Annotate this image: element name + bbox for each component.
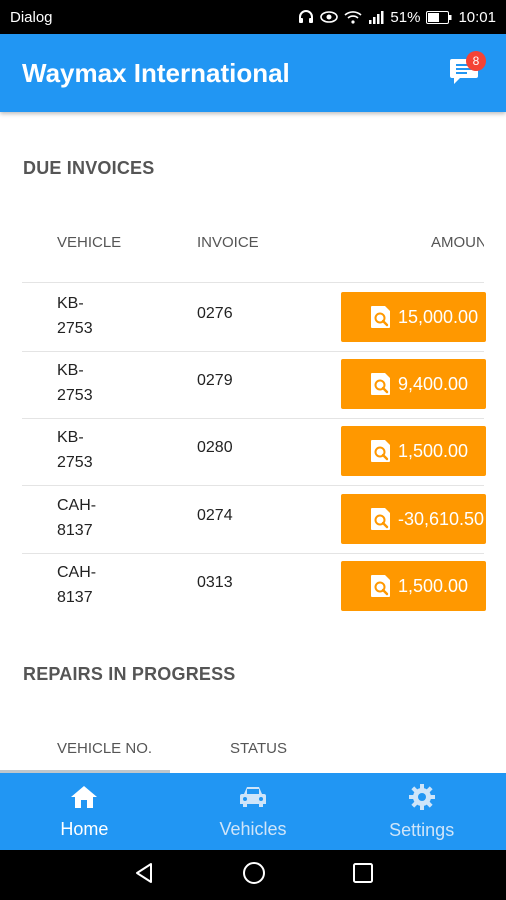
car-icon [238, 784, 268, 815]
column-header-amount: AMOUNT [431, 234, 484, 251]
column-header-vehicle: VEHICLE [57, 234, 122, 251]
message-count-badge: 8 [466, 51, 486, 71]
view-invoice-button[interactable]: 15,000.00 [341, 292, 486, 342]
vehicle-number-suffix: 2753 [57, 454, 93, 471]
vehicle-number: CAH- 8137 [57, 560, 117, 610]
invoice-number: 0276 [197, 305, 233, 322]
invoice-amount: 9,400.00 [398, 373, 469, 394]
system-navigation-bar [0, 850, 506, 900]
vehicle-number-prefix: CAH- [57, 497, 97, 514]
table-row: KB- 2753 0279 9,400.00 [0, 351, 506, 418]
invoice-amount: 1,500.00 [398, 440, 469, 461]
column-header-status: STATUS [230, 740, 287, 757]
table-divider [22, 282, 484, 283]
recents-icon[interactable] [352, 862, 374, 889]
eye-icon [320, 10, 339, 24]
app-bar: Waymax International 8 [0, 34, 506, 112]
repairs-title: REPAIRS IN PROGRESS [23, 664, 236, 684]
app-title: Waymax International [22, 57, 290, 88]
table-row: KB- 2753 0280 1,500.00 [0, 418, 506, 485]
status-icons: 51% 10:01 [298, 9, 496, 26]
home-circle-icon[interactable] [241, 860, 267, 891]
invoice-search-icon [370, 574, 392, 598]
table-row: CAH- 8137 0274 -30,610.50 [0, 486, 506, 553]
column-header-vehicle-no: VEHICLE NO. [57, 740, 153, 757]
invoice-search-icon [370, 305, 392, 329]
back-icon[interactable] [132, 861, 156, 890]
vehicle-number-prefix: CAH- [57, 564, 97, 581]
invoice-search-icon [370, 439, 392, 463]
view-invoice-button[interactable]: 1,500.00 [341, 561, 486, 611]
battery-icon [426, 10, 452, 24]
nav-home[interactable]: Home [0, 773, 169, 850]
gear-icon [408, 783, 436, 816]
vehicle-number: KB- 2753 [57, 425, 117, 475]
nav-settings-label: Settings [389, 819, 455, 840]
view-invoice-button[interactable]: -30,610.50 [341, 494, 486, 544]
table-row: CAH- 8137 0313 1,500.00 [0, 553, 506, 620]
nav-vehicles-label: Vehicles [219, 818, 287, 839]
invoice-amount: 1,500.00 [398, 575, 469, 596]
carrier-name: Dialog [10, 8, 53, 26]
wifi-icon [344, 10, 362, 24]
vehicle-number-suffix: 8137 [57, 589, 93, 606]
clock: 10:01 [458, 8, 496, 26]
vehicle-number-prefix: KB- [57, 295, 84, 312]
invoice-amount: -30,610.50 [398, 508, 485, 529]
vehicle-number-suffix: 2753 [57, 320, 93, 337]
nav-home-label: Home [60, 818, 109, 839]
vehicle-number-prefix: KB- [57, 362, 84, 379]
main-content[interactable]: DUE INVOICES VEHICLE INVOICE AMOUNT KB- 2… [0, 112, 506, 770]
headphones-icon [298, 9, 314, 25]
nav-settings[interactable]: Settings [337, 773, 506, 850]
invoice-number: 0274 [197, 507, 233, 524]
messages-button[interactable]: 8 [444, 51, 486, 93]
home-icon [70, 784, 98, 815]
vehicle-number-suffix: 8137 [57, 522, 93, 539]
invoice-amount: 15,000.00 [398, 306, 479, 327]
battery-percent: 51% [390, 8, 421, 26]
vehicle-number: KB- 2753 [57, 291, 117, 341]
invoice-number: 0279 [197, 372, 233, 389]
vehicle-number-prefix: KB- [57, 429, 84, 446]
vehicle-number: KB- 2753 [57, 358, 117, 408]
column-header-invoice: INVOICE [197, 234, 259, 251]
due-invoices-title: DUE INVOICES [23, 158, 155, 178]
invoice-search-icon [370, 507, 392, 531]
vehicle-number: CAH- 8137 [57, 493, 117, 543]
invoice-search-icon [370, 372, 392, 396]
vehicle-number-suffix: 2753 [57, 387, 93, 404]
status-bar: Dialog 51% 10:01 [0, 0, 506, 34]
bottom-navigation: Home Vehicles Settings [0, 773, 506, 850]
invoice-number: 0280 [197, 439, 233, 456]
table-row: KB- 2753 0276 15,000.00 [0, 284, 506, 351]
view-invoice-button[interactable]: 9,400.00 [341, 359, 486, 409]
nav-vehicles[interactable]: Vehicles [169, 773, 338, 850]
invoice-number: 0313 [197, 574, 233, 591]
signal-icon [368, 10, 384, 24]
view-invoice-button[interactable]: 1,500.00 [341, 426, 486, 476]
